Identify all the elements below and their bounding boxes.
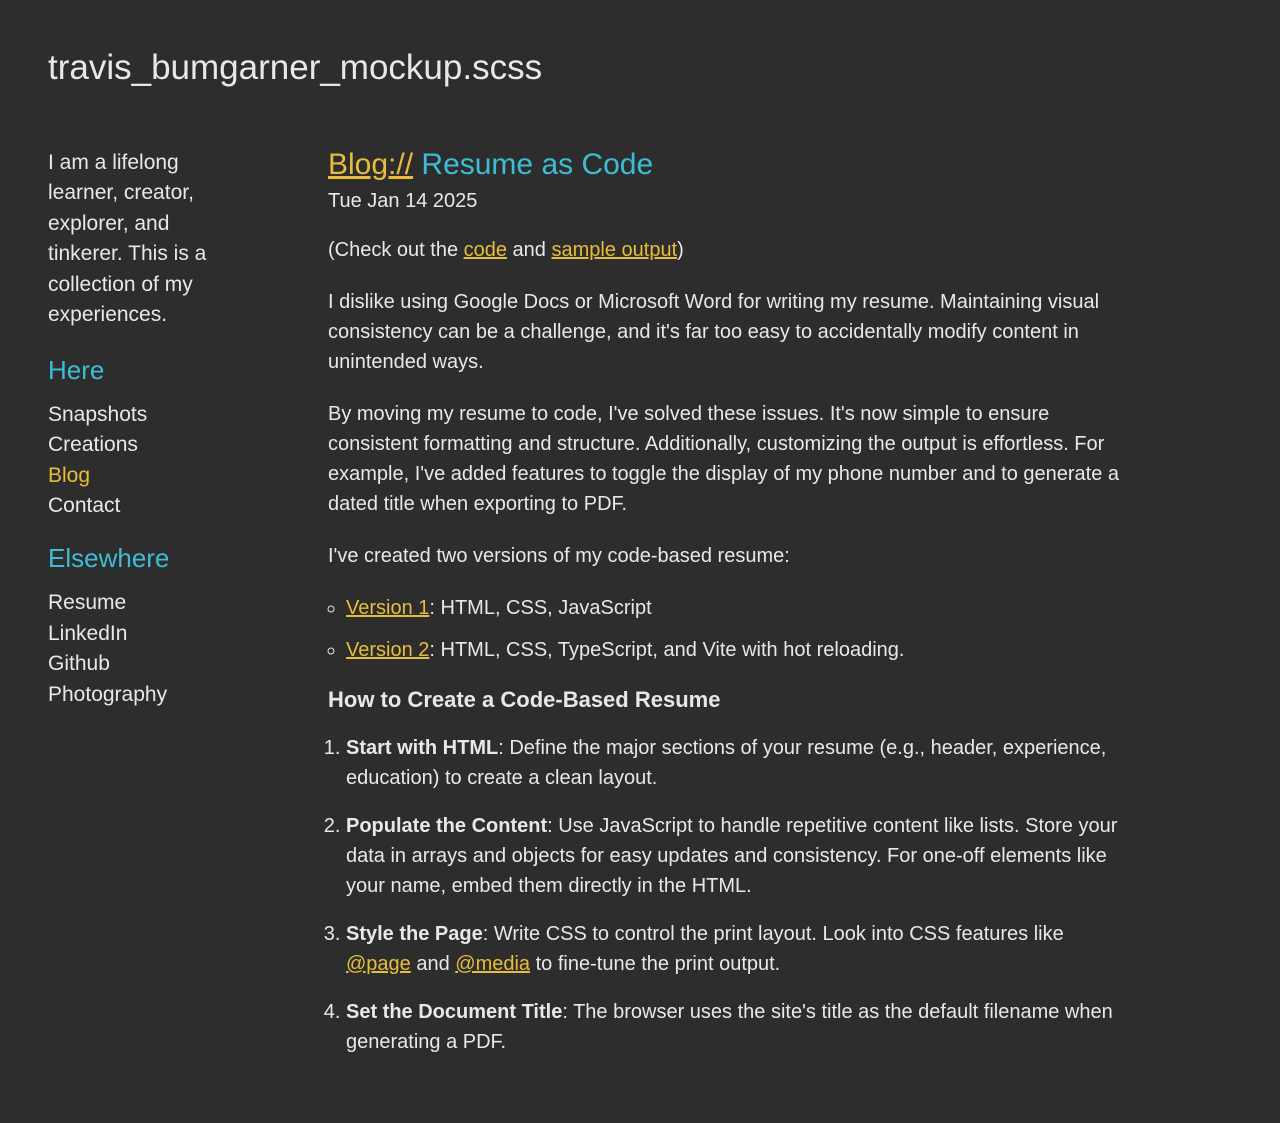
version-item-1: Version 1: HTML, CSS, JavaScript [346, 593, 1128, 623]
nav-here: Snapshots Creations Blog Contact [48, 400, 248, 522]
nav-link[interactable]: Creations [48, 433, 138, 456]
version-2-desc: : HTML, CSS, TypeScript, and Vite with h… [429, 639, 904, 661]
paragraph-1: I dislike using Google Docs or Microsoft… [328, 287, 1128, 377]
version-2-link[interactable]: Version 2 [346, 639, 429, 661]
nav-link[interactable]: Contact [48, 494, 120, 517]
version-1-link[interactable]: Version 1 [346, 597, 429, 619]
post-title: Blog:// Resume as Code [328, 148, 1128, 182]
layout: I am a lifelong learner, creator, explor… [48, 148, 1232, 1075]
step-desc-post: to fine-tune the print output. [530, 953, 780, 975]
sidebar-heading-elsewhere: Elsewhere [48, 543, 248, 574]
version-1-desc: : HTML, CSS, JavaScript [429, 597, 651, 619]
howto-step-3: Style the Page: Write CSS to control the… [346, 919, 1128, 979]
nav-link[interactable]: Resume [48, 591, 126, 614]
nav-item-github[interactable]: Github [48, 649, 248, 679]
nav-item-contact[interactable]: Contact [48, 491, 248, 521]
nav-item-linkedin[interactable]: LinkedIn [48, 619, 248, 649]
nav-item-photography[interactable]: Photography [48, 680, 248, 710]
howto-step-1: Start with HTML: Define the major sectio… [346, 733, 1128, 793]
step-desc-pre: : Write CSS to control the print layout.… [483, 923, 1064, 945]
nav-link[interactable]: Snapshots [48, 403, 147, 426]
step-desc-mid: and [411, 953, 455, 975]
version-item-2: Version 2: HTML, CSS, TypeScript, and Vi… [346, 635, 1128, 665]
version-list: Version 1: HTML, CSS, JavaScript Version… [328, 593, 1128, 665]
nav-link[interactable]: Photography [48, 683, 167, 706]
paragraph-3: I've created two versions of my code-bas… [328, 541, 1128, 571]
paragraph-2: By moving my resume to code, I've solved… [328, 399, 1128, 519]
intro-paragraph: (Check out the code and sample output) [328, 235, 1128, 265]
step-label: Start with HTML [346, 737, 498, 759]
code-link[interactable]: code [464, 239, 507, 261]
nav-item-snapshots[interactable]: Snapshots [48, 400, 248, 430]
howto-list: Start with HTML: Define the major sectio… [328, 733, 1128, 1057]
nav-item-resume[interactable]: Resume [48, 588, 248, 618]
post-date: Tue Jan 14 2025 [328, 190, 1128, 213]
intro-mid: and [507, 239, 551, 261]
intro-pre: (Check out the [328, 239, 464, 261]
step-label: Populate the Content [346, 815, 547, 837]
nav-link[interactable]: LinkedIn [48, 622, 127, 645]
howto-step-2: Populate the Content: Use JavaScript to … [346, 811, 1128, 901]
nav-item-blog[interactable]: Blog [48, 461, 248, 491]
post-title-text: Resume as Code [413, 148, 653, 181]
blog-prefix-link[interactable]: Blog:// [328, 148, 413, 181]
howto-step-4: Set the Document Title: The browser uses… [346, 997, 1128, 1057]
sample-output-link[interactable]: sample output [551, 239, 677, 261]
step-label: Set the Document Title [346, 1001, 562, 1023]
at-media-link[interactable]: @media [455, 953, 530, 975]
step-label: Style the Page [346, 923, 483, 945]
intro-post: ) [677, 239, 684, 261]
sidebar-heading-here: Here [48, 355, 248, 386]
page-title: travis_bumgarner_mockup.scss [48, 48, 1232, 88]
howto-heading: How to Create a Code-Based Resume [328, 687, 1128, 713]
at-page-link[interactable]: @page [346, 953, 411, 975]
sidebar: I am a lifelong learner, creator, explor… [48, 148, 248, 1075]
main-content: Blog:// Resume as Code Tue Jan 14 2025 (… [328, 148, 1128, 1075]
nav-item-creations[interactable]: Creations [48, 430, 248, 460]
nav-link[interactable]: Github [48, 652, 110, 675]
nav-elsewhere: Resume LinkedIn Github Photography [48, 588, 248, 710]
sidebar-intro: I am a lifelong learner, creator, explor… [48, 148, 248, 331]
